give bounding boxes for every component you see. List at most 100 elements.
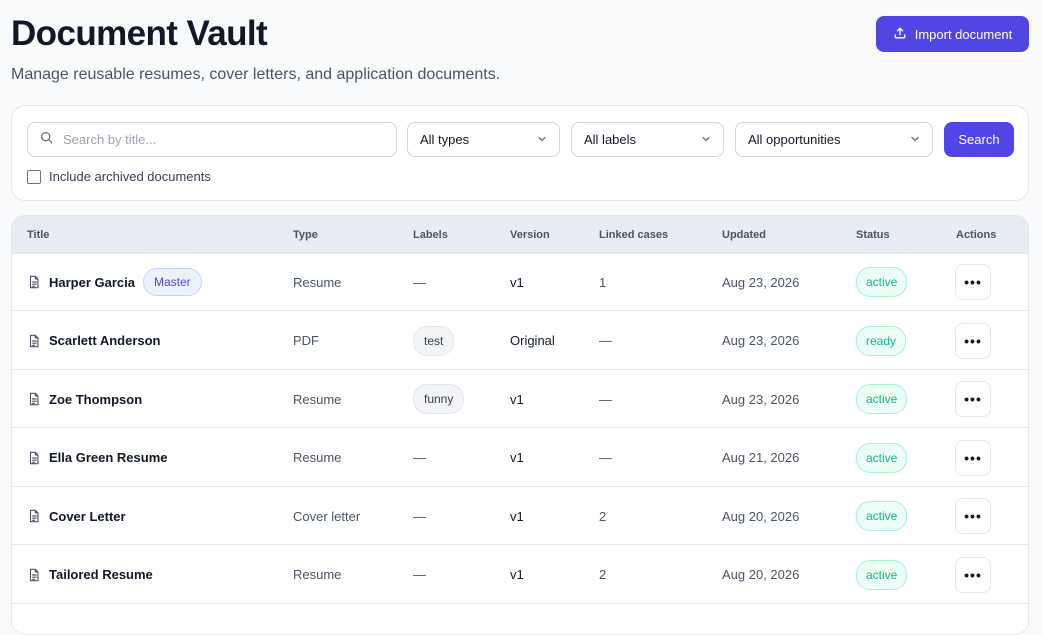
labels-select-value: All labels: [584, 132, 637, 147]
opportunities-select-value: All opportunities: [748, 132, 841, 147]
status-cell: active: [856, 253, 908, 311]
document-icon: [27, 451, 41, 465]
title-cell: Ella Green Resume: [27, 429, 168, 487]
updated-cell: Aug 21, 2026: [722, 450, 800, 465]
document-title[interactable]: Harper Garcia: [49, 275, 135, 290]
master-badge: Master: [143, 268, 202, 296]
labels-empty: —: [413, 274, 426, 290]
page-subtitle: Manage reusable resumes, cover letters, …: [11, 66, 501, 83]
status-badge: active: [856, 501, 908, 531]
more-actions-button[interactable]: •••: [955, 498, 991, 534]
page-title: Document Vault: [11, 14, 268, 53]
column-header-actions: Actions: [956, 229, 997, 241]
document-icon: [27, 509, 41, 523]
title-cell: Zoe Thompson: [27, 370, 142, 428]
actions-cell: •••: [955, 487, 991, 545]
linked-cases-cell: —: [599, 391, 612, 407]
type-select[interactable]: All types: [407, 122, 560, 157]
status-cell: active: [856, 429, 908, 487]
labels-cell: —: [413, 546, 426, 604]
search-icon: [40, 131, 53, 149]
updated-cell: Aug 23, 2026: [722, 391, 800, 407]
status-badge: active: [856, 267, 908, 297]
search-button[interactable]: Search: [944, 122, 1014, 157]
import-document-button[interactable]: Import document: [876, 16, 1029, 52]
version-cell: v1: [510, 508, 524, 524]
type-cell: Resume: [293, 567, 342, 582]
labels-cell: —: [413, 429, 426, 487]
updated-cell: Aug 23, 2026: [722, 274, 800, 290]
table-header: Title Type Labels Version Linked cases U…: [12, 216, 1028, 254]
opportunities-select[interactable]: All opportunities: [735, 122, 933, 157]
chevron-down-icon: [701, 132, 711, 147]
labels-select[interactable]: All labels: [571, 122, 724, 157]
document-title[interactable]: Cover Letter: [49, 509, 126, 524]
type-cell: PDF: [293, 333, 319, 348]
archived-toggle[interactable]: Include archived documents: [27, 169, 211, 184]
document-title[interactable]: Tailored Resume: [49, 567, 153, 582]
linked-cases-cell: —: [599, 450, 612, 465]
updated-cell: Aug 20, 2026: [722, 567, 800, 582]
actions-cell: •••: [955, 253, 991, 311]
table-row[interactable]: Tailored Resume Resume — v1 2 Aug 20, 2026 act…: [12, 546, 1028, 604]
actions-cell: •••: [955, 370, 991, 428]
table-row[interactable]: Cover Letter Cover letter — v1 2 Aug 20, 2026…: [12, 487, 1028, 545]
status-cell: ready: [856, 312, 907, 370]
status-badge: active: [856, 384, 908, 414]
more-actions-button[interactable]: •••: [955, 439, 991, 476]
document-title[interactable]: Scarlett Anderson: [49, 333, 161, 348]
version-cell: v1: [510, 567, 524, 582]
type-select-value: All types: [420, 132, 470, 147]
title-cell: Tailored Resume: [27, 546, 153, 604]
version-cell: v1: [510, 274, 524, 290]
table-row[interactable]: Harper Garcia Master Resume — v1 1 Aug 23, 202…: [12, 253, 1028, 311]
linked-cases-cell: 2: [599, 567, 607, 582]
labels-empty: —: [413, 450, 426, 465]
labels-cell: funny: [413, 370, 465, 428]
more-actions-button[interactable]: •••: [955, 322, 991, 359]
title-cell: Cover Letter: [27, 487, 126, 545]
linked-cases-cell: 1: [599, 274, 607, 290]
type-cell: Cover letter: [293, 508, 361, 524]
type-cell: Resume: [293, 274, 342, 290]
document-icon: [27, 392, 41, 406]
linked-cases-cell: —: [599, 333, 612, 348]
labels-cell: test: [413, 312, 455, 370]
search-box[interactable]: [27, 122, 397, 157]
label-chip: funny: [413, 384, 465, 414]
updated-cell: Aug 23, 2026: [722, 333, 800, 348]
table-row[interactable]: Zoe Thompson Resume funny v1 — Aug 23, 2026 ac…: [12, 370, 1028, 428]
documents-table: Title Type Labels Version Linked cases U…: [11, 215, 1029, 635]
actions-cell: •••: [955, 429, 991, 487]
more-actions-button[interactable]: •••: [955, 381, 991, 417]
version-cell: v1: [510, 391, 524, 407]
status-badge: active: [856, 442, 908, 473]
column-header-labels: Labels: [413, 229, 448, 241]
labels-cell: —: [413, 487, 426, 545]
archived-checkbox[interactable]: [27, 169, 41, 184]
type-cell: Resume: [293, 450, 342, 465]
title-cell: Harper Garcia Master: [27, 253, 202, 311]
type-cell: Resume: [293, 391, 342, 407]
table-row[interactable]: Ella Green Resume Resume — v1 — Aug 21, 2026 a…: [12, 429, 1028, 487]
search-input[interactable]: [61, 131, 365, 148]
labels-cell: —: [413, 253, 426, 311]
more-actions-button[interactable]: •••: [955, 556, 991, 593]
document-title[interactable]: Zoe Thompson: [49, 392, 142, 407]
chevron-down-icon: [537, 132, 547, 147]
linked-cases-cell: 2: [599, 508, 607, 524]
actions-cell: •••: [955, 312, 991, 370]
label-chip: test: [413, 325, 455, 356]
column-header-updated: Updated: [722, 229, 766, 241]
document-icon: [27, 275, 41, 289]
archived-label: Include archived documents: [49, 169, 211, 184]
document-icon: [27, 334, 41, 348]
document-title[interactable]: Ella Green Resume: [49, 450, 168, 465]
updated-cell: Aug 20, 2026: [722, 508, 800, 524]
status-badge: active: [856, 559, 908, 590]
more-actions-button[interactable]: •••: [955, 264, 991, 300]
status-cell: active: [856, 487, 908, 545]
column-header-version: Version: [510, 229, 550, 241]
table-row[interactable]: Scarlett Anderson PDF test Original — Aug 23,…: [12, 312, 1028, 370]
labels-empty: —: [413, 508, 426, 524]
